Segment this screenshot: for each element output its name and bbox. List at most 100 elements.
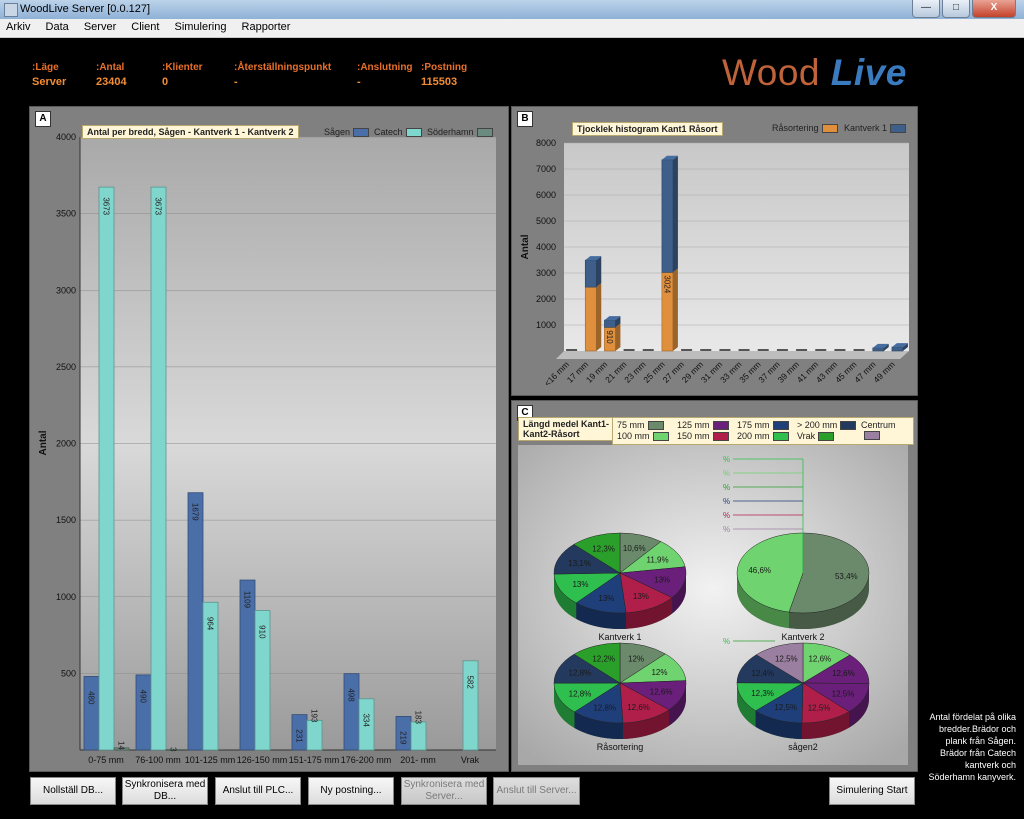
- pie-slice-label: 12,4%: [751, 669, 774, 678]
- pie-slice-label: 12,8%: [593, 704, 616, 713]
- chart-c-legend: 75 mm 125 mm 175 mm > 200 mm Centrum 100 mm 15…: [612, 417, 914, 445]
- sync-db-button[interactable]: Synkronisera med DB...: [122, 777, 208, 805]
- bar: [681, 349, 693, 351]
- pie-slice-label: 12,5%: [775, 655, 798, 664]
- pie-callout-label: %: [723, 483, 730, 492]
- y-tick-label: 4000: [536, 242, 556, 252]
- pie-callout-label: %: [723, 511, 730, 520]
- bar: [834, 349, 846, 351]
- x-tick-label: <16 mm: [542, 359, 571, 388]
- menu-rapporter[interactable]: Rapporter: [236, 19, 297, 35]
- y-tick-label: 3000: [536, 268, 556, 278]
- legend-label: Vrak: [797, 431, 816, 441]
- pie-slice-label: 12,8%: [569, 689, 592, 698]
- x-tick-label: 49 mm: [871, 359, 896, 384]
- status-label: :Anslutning: [357, 62, 413, 73]
- pie-slice-label: 13%: [654, 576, 670, 585]
- chart-b-title: Tjocklek histogram Kant1 Råsort: [572, 122, 723, 136]
- y-tick-label: 1000: [56, 592, 76, 602]
- pie-slice-label: 12,6%: [808, 655, 831, 664]
- panel-a: A 500 1000 1500 2000 2500 3000 3500 4000 Antal 0-…: [29, 106, 509, 772]
- panel-c: C 10,6% 11,9% 13% 13% 13% 13% 13,1% 12,3% Kantve…: [511, 400, 918, 772]
- pie-slice-label: 11,9%: [647, 556, 669, 565]
- status-klienter: :Klienter 0: [162, 62, 203, 88]
- y-tick-label: 5000: [536, 216, 556, 226]
- pie-slice-label: 12,6%: [627, 703, 650, 712]
- legend-soderhamn: Söderhamn: [427, 127, 493, 138]
- pie-slice-label: 53,4%: [835, 572, 858, 581]
- status-value: 23404: [96, 76, 127, 88]
- bar-data-label: 1109: [243, 591, 252, 609]
- bar: [738, 349, 750, 351]
- legend-rasortering: Råsortering: [772, 123, 838, 134]
- legend-swatch: [818, 432, 835, 442]
- connect-server-button[interactable]: Anslut till Server...: [493, 777, 580, 805]
- y-tick-label: 3500: [56, 209, 76, 219]
- bar: [700, 349, 712, 351]
- bar: [343, 673, 360, 751]
- x-tick-label: 151-175 mm: [289, 755, 340, 765]
- bar-side: [596, 256, 602, 288]
- legend-swatch: [647, 421, 664, 431]
- logo-word-live: Live: [830, 52, 907, 93]
- bar: [306, 720, 323, 751]
- legend-kantverk-1: Kantverk 1: [844, 123, 907, 134]
- pie-callout-label: %: [723, 525, 730, 534]
- legend-item: 125 mm: [677, 420, 729, 431]
- x-tick-label: Vrak: [461, 755, 480, 765]
- legend-label: 150 mm: [677, 431, 710, 441]
- bar-side: [672, 268, 678, 351]
- minimize-button[interactable]: —: [912, 0, 940, 18]
- pie-slice-label: 13%: [598, 594, 614, 603]
- pie-callout-label: %: [723, 637, 730, 646]
- maximize-button[interactable]: □: [942, 0, 970, 18]
- legend-swatch: [353, 128, 370, 138]
- bar-side: [615, 323, 621, 351]
- legend-label: Sågen: [324, 127, 351, 137]
- x-tick-label: 76-100 mm: [135, 755, 181, 765]
- x-tick-label: 126-150 mm: [237, 755, 288, 765]
- legend-item: 75 mm: [617, 420, 664, 431]
- close-button[interactable]: X: [972, 0, 1016, 18]
- y-axis-label: Antal: [520, 234, 531, 259]
- pie-name-label: sågen2: [788, 742, 818, 752]
- connect-plc-button[interactable]: Anslut till PLC...: [215, 777, 301, 805]
- bar-data-label: 14: [117, 741, 126, 750]
- sync-server-button[interactable]: Synkronisera med Server...: [401, 777, 487, 805]
- menu-server[interactable]: Server: [78, 19, 122, 35]
- bar: [796, 349, 808, 351]
- chart-c-svg: 10,6%11,9%13%13%13%13%13,1%12,3%Kantverk…: [518, 445, 908, 765]
- legend-label: Söderhamn: [427, 127, 474, 137]
- chart-a-title: Antal per bredd, Sågen - Kantverk 1 - Ka…: [82, 125, 299, 139]
- simulation-start-button[interactable]: Simulering Start: [829, 777, 915, 805]
- bar: [642, 349, 654, 351]
- y-tick-label: 1000: [536, 320, 556, 330]
- bar: [584, 259, 597, 288]
- reset-db-button[interactable]: Nollställ DB...: [30, 777, 116, 805]
- bar-data-label: 582: [466, 675, 475, 689]
- pie-slice-label: 13%: [633, 592, 649, 601]
- menu-simulering[interactable]: Simulering: [168, 19, 232, 35]
- legend-label: 175 mm: [737, 420, 770, 430]
- pie-slice-label: 12,3%: [751, 689, 774, 698]
- status-value: -: [357, 76, 361, 88]
- status-label: :Läge: [32, 62, 59, 73]
- status-label: :Postning: [421, 62, 468, 73]
- y-tick-label: 2000: [536, 294, 556, 304]
- bar-data-label: 3673: [154, 197, 163, 215]
- menu-arkiv[interactable]: Arkiv: [0, 19, 36, 35]
- legend-label: 100 mm: [617, 431, 650, 441]
- menu-data[interactable]: Data: [40, 19, 75, 35]
- pie-slice-label: 12%: [651, 668, 667, 677]
- y-tick-label: 1500: [56, 515, 76, 525]
- pie-slice-label: 13%: [572, 580, 588, 589]
- bar: [853, 349, 865, 351]
- status-value: Server: [32, 76, 67, 88]
- legend-item: 175 mm: [737, 420, 789, 431]
- new-posting-button[interactable]: Ny postning...: [308, 777, 394, 805]
- legend-sagen: Sågen: [324, 127, 370, 138]
- y-tick-label: 8000: [536, 138, 556, 148]
- chart-a-svg: 500 1000 1500 2000 2500 3000 3500 4000 Antal 0-75…: [38, 132, 496, 765]
- menu-client[interactable]: Client: [125, 19, 165, 35]
- status-value: 115503: [421, 76, 458, 88]
